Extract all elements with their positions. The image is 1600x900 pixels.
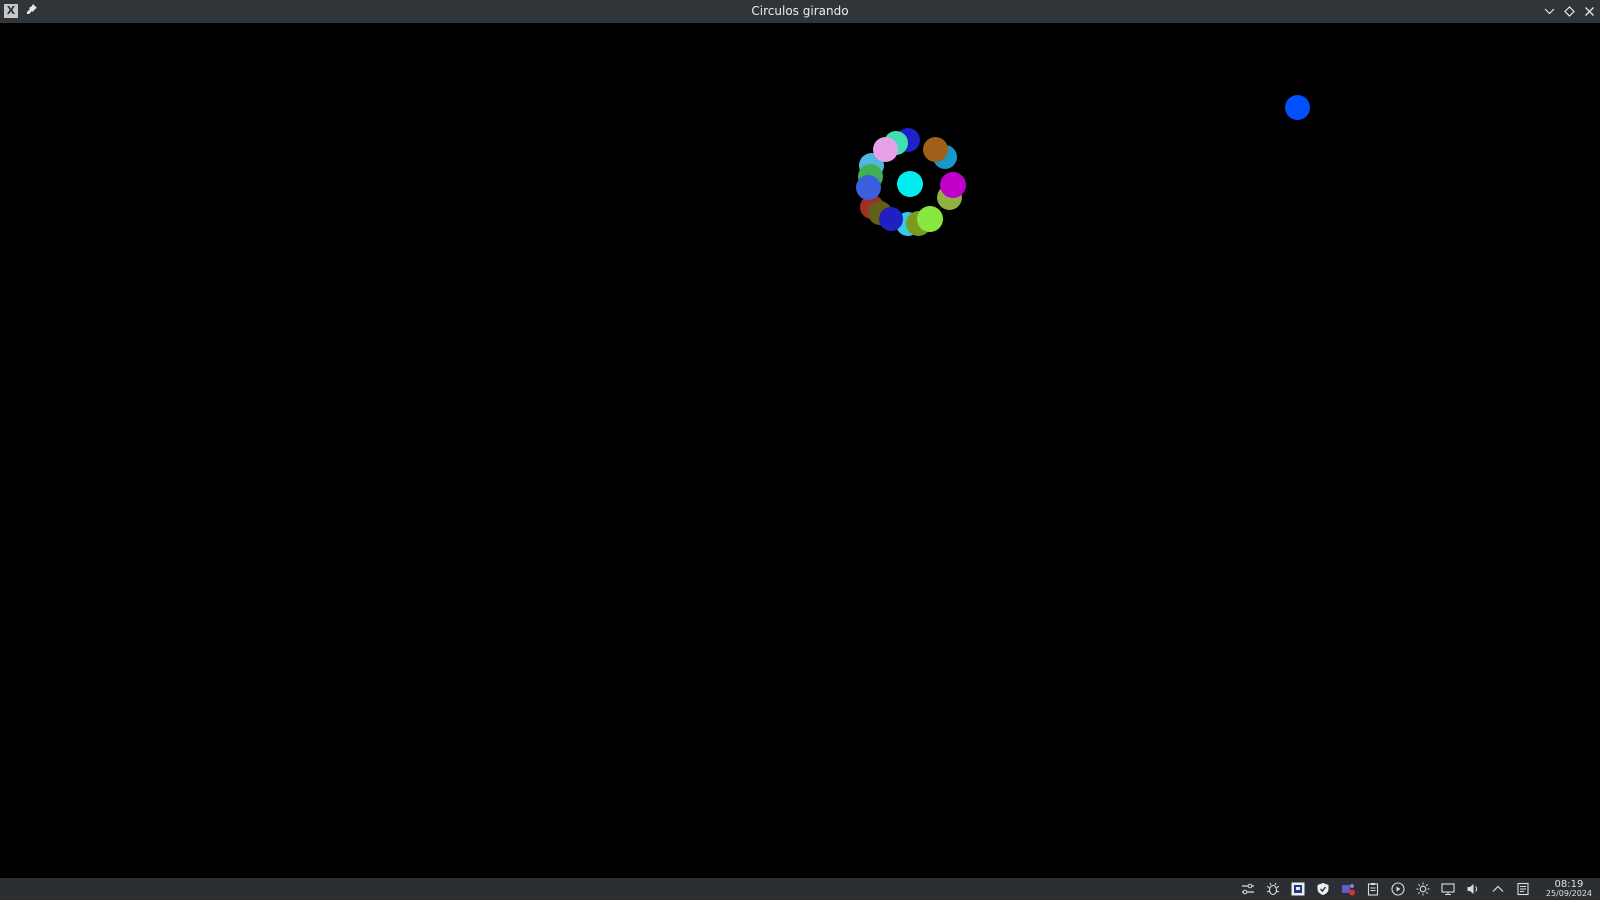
ring-dot — [856, 175, 881, 200]
chevron-up-icon[interactable] — [1490, 881, 1506, 897]
clock-date: 25/09/2024 — [1545, 889, 1592, 898]
media-play-icon[interactable] — [1390, 881, 1406, 897]
pin-icon[interactable] — [26, 3, 38, 18]
ring-dot — [923, 137, 948, 162]
teams-icon[interactable] — [1340, 881, 1356, 897]
ring-dot — [873, 137, 898, 162]
notes-icon[interactable] — [1515, 881, 1531, 897]
bug-icon[interactable] — [1265, 881, 1281, 897]
close-button[interactable] — [1582, 2, 1596, 20]
shield-icon[interactable] — [1315, 881, 1331, 897]
window-title: Circulos girando — [751, 4, 849, 18]
settings-sliders-icon[interactable] — [1240, 881, 1256, 897]
taskbar: 08:19 25/09/2024 — [0, 878, 1600, 900]
animation-canvas[interactable] — [0, 23, 1600, 878]
password-manager-icon[interactable] — [1290, 881, 1306, 897]
system-tray: 08:19 25/09/2024 — [1240, 880, 1592, 898]
volume-icon[interactable] — [1465, 881, 1481, 897]
clock[interactable]: 08:19 25/09/2024 — [1545, 879, 1592, 899]
maximize-button[interactable] — [1562, 2, 1576, 20]
close-icon — [1584, 6, 1594, 16]
x-app-icon[interactable]: X — [4, 3, 18, 18]
clipboard-icon[interactable] — [1365, 881, 1381, 897]
brightness-icon[interactable] — [1415, 881, 1431, 897]
maximize-icon — [1563, 5, 1575, 17]
display-icon[interactable] — [1440, 881, 1456, 897]
minimize-icon — [1544, 8, 1554, 14]
lone-dot — [1285, 95, 1310, 120]
clock-time: 08:19 — [1554, 879, 1584, 890]
center-dot — [897, 171, 923, 197]
window-titlebar: X Circulos girando — [0, 0, 1600, 23]
ring-dot — [917, 206, 943, 232]
ring-dot — [940, 172, 966, 198]
minimize-button[interactable] — [1542, 2, 1556, 20]
ring-dot — [879, 207, 903, 231]
